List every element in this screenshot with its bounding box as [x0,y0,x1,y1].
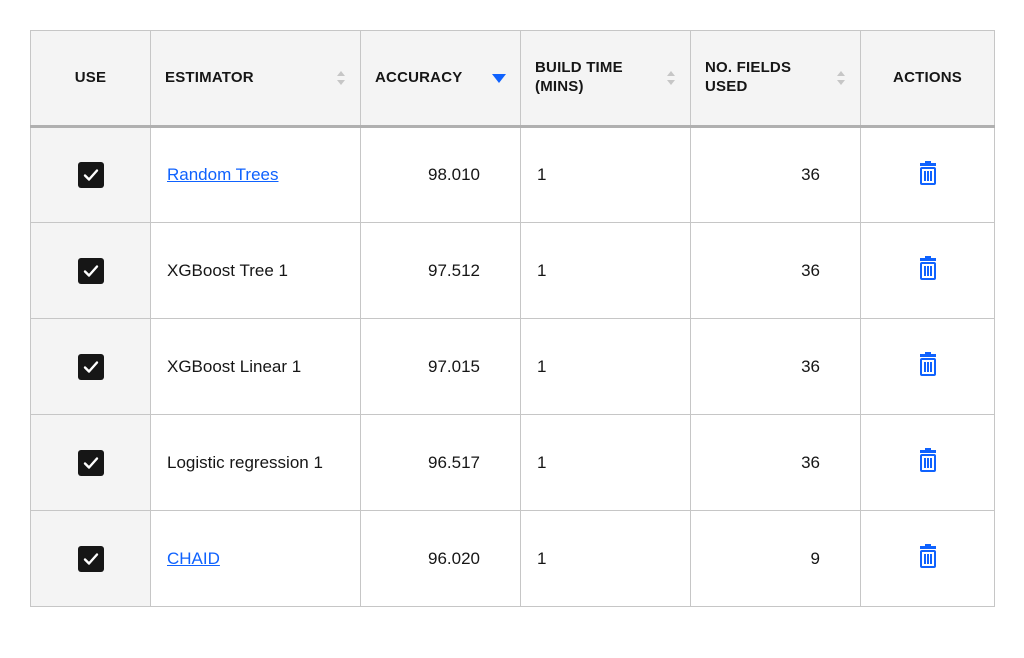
trash-icon [917,352,939,376]
col-header-label: ESTIMATOR [165,69,254,88]
table-row: XGBoost Linear 1 97.015136 [31,319,995,415]
actions-cell [861,223,995,319]
build-time-cell: 1 [521,127,691,223]
col-header-actions: ACTIONS [861,31,995,127]
accuracy-cell: 96.517 [361,415,521,511]
col-header-use: USE [31,31,151,127]
table-row: CHAID 96.02019 [31,511,995,607]
table-row: XGBoost Tree 1 97.512136 [31,223,995,319]
estimator-cell: Random Trees [151,127,361,223]
col-header-label: ACCURACY [375,69,462,88]
delete-button[interactable] [917,544,939,568]
sort-icon [666,71,676,85]
actions-cell [861,511,995,607]
col-header-label: ACTIONS [893,69,962,88]
sort-icon [336,71,346,85]
estimator-name: Logistic regression 1 [167,453,323,472]
use-cell [31,319,151,415]
delete-button[interactable] [917,448,939,472]
trash-icon [917,448,939,472]
estimator-table: USE ESTIMATOR ACCURACY BUILD [30,30,995,607]
estimator-name: XGBoost Tree 1 [167,261,288,280]
use-checkbox[interactable] [78,546,104,572]
accuracy-cell: 98.010 [361,127,521,223]
fields-used-cell: 36 [691,415,861,511]
delete-button[interactable] [917,352,939,376]
use-cell [31,415,151,511]
fields-used-cell: 36 [691,127,861,223]
fields-used-cell: 36 [691,223,861,319]
col-header-estimator[interactable]: ESTIMATOR [151,31,361,127]
estimator-cell: Logistic regression 1 [151,415,361,511]
build-time-cell: 1 [521,415,691,511]
actions-cell [861,415,995,511]
trash-icon [917,256,939,280]
col-header-label: BUILD TIME (MINS) [535,59,660,97]
sort-desc-icon [492,74,506,83]
use-cell [31,223,151,319]
estimator-link[interactable]: Random Trees [167,165,279,184]
use-cell [31,511,151,607]
col-header-accuracy[interactable]: ACCURACY [361,31,521,127]
use-checkbox[interactable] [78,354,104,380]
actions-cell [861,127,995,223]
build-time-cell: 1 [521,223,691,319]
estimator-name: XGBoost Linear 1 [167,357,301,376]
col-header-label: NO. FIELDS USED [705,59,830,97]
table-row: Random Trees 98.010136 [31,127,995,223]
use-cell [31,127,151,223]
use-checkbox[interactable] [78,450,104,476]
fields-used-cell: 36 [691,319,861,415]
estimator-cell: XGBoost Linear 1 [151,319,361,415]
trash-icon [917,544,939,568]
use-checkbox[interactable] [78,258,104,284]
build-time-cell: 1 [521,319,691,415]
table-row: Logistic regression 1 96.517136 [31,415,995,511]
fields-used-cell: 9 [691,511,861,607]
use-checkbox[interactable] [78,162,104,188]
estimator-link[interactable]: CHAID [167,549,220,568]
actions-cell [861,319,995,415]
delete-button[interactable] [917,256,939,280]
delete-button[interactable] [917,161,939,185]
accuracy-cell: 96.020 [361,511,521,607]
col-header-build-time[interactable]: BUILD TIME (MINS) [521,31,691,127]
estimator-cell: CHAID [151,511,361,607]
trash-icon [917,161,939,185]
accuracy-cell: 97.512 [361,223,521,319]
col-header-fields-used[interactable]: NO. FIELDS USED [691,31,861,127]
col-header-label: USE [75,69,106,88]
sort-icon [836,71,846,85]
estimator-cell: XGBoost Tree 1 [151,223,361,319]
accuracy-cell: 97.015 [361,319,521,415]
build-time-cell: 1 [521,511,691,607]
